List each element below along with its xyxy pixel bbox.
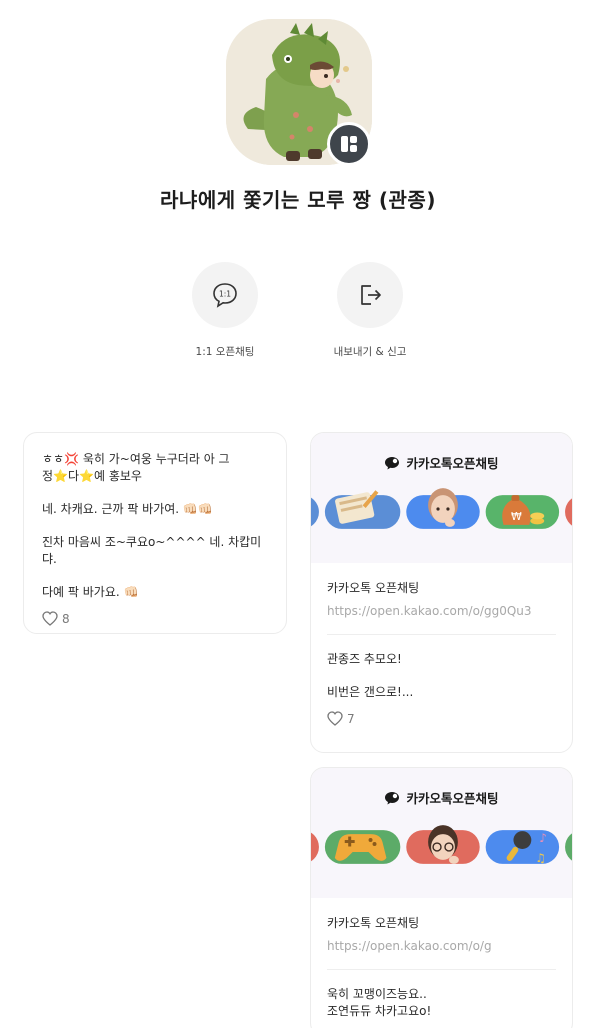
open-chat-url[interactable]: https://open.kakao.com/o/gg0Qu3 [327, 604, 556, 618]
post-card[interactable]: ㅎㅎ💢 욱히 가~여웅 누구더라 아 그 정⭐다⭐예 홍보우 네. 차캐요. 근… [23, 432, 287, 634]
emoticon-strip: ₩ [311, 488, 572, 529]
open-chat-title: 카카오톡 오픈채팅 [327, 581, 420, 595]
like-count: 8 [62, 611, 70, 626]
open-chat-card[interactable]: 카카오톡오픈채팅 [310, 767, 573, 1028]
svg-text:♪: ♪ [539, 831, 547, 845]
export-report-label: 내보내기 & 신고 [333, 346, 407, 358]
open-chat-banner: 카카오톡오픈채팅 [311, 433, 572, 563]
open-chat-text-line: 조연듀듀 차카고요o! [327, 1004, 432, 1018]
kakao-openchat-logo-icon [385, 791, 400, 804]
open-chat-brand-label: 카카오톡오픈채팅 [406, 456, 499, 471]
like-row[interactable]: 7 [327, 711, 556, 726]
open-profile-icon [341, 136, 357, 152]
svg-text:♫: ♫ [535, 851, 546, 865]
emoticon-strip: ♫ ♪ [311, 825, 572, 865]
like-count: 7 [347, 711, 355, 726]
post-line: 진차 마음씨 조~쿠요o~^^^^ 네. 차캅미댜. [42, 535, 262, 566]
post-line: 네. 차캐요. 근까 팍 바가여. 👊🏻👊🏻 [42, 502, 213, 516]
profile-type-badge[interactable] [327, 122, 371, 166]
open-chat-brand: 카카오톡오픈채팅 [311, 453, 572, 472]
speech-bubble-icon: 1:1 [213, 283, 237, 308]
open-chat-card[interactable]: 카카오톡오픈채팅 [310, 432, 573, 753]
open-chat-text-line: 욱히 꼬맹이즈능요.. [327, 987, 427, 1001]
svg-text:1:1: 1:1 [219, 290, 231, 299]
one-on-one-chat-button[interactable]: 1:1 [192, 262, 258, 328]
kakao-openchat-logo-icon [385, 456, 400, 469]
svg-text:₩: ₩ [511, 510, 522, 523]
one-on-one-chat-action[interactable]: 1:1 1:1 오픈채팅 [165, 262, 285, 359]
export-icon [361, 285, 381, 305]
open-chat-url[interactable]: https://open.kakao.com/o/g [327, 939, 556, 953]
post-line: 정⭐다⭐예 홍보우 [42, 469, 142, 483]
heart-icon[interactable] [42, 611, 58, 626]
like-row[interactable]: 8 [42, 611, 270, 626]
profile-avatar-container[interactable] [226, 19, 372, 166]
export-report-action[interactable]: 내보내기 & 신고 [310, 262, 430, 359]
post-line: ㅎㅎ💢 욱히 가~여웅 누구더라 아 그 [42, 452, 230, 466]
open-chat-brand: 카카오톡오픈채팅 [311, 788, 572, 807]
open-chat-brand-label: 카카오톡오픈채팅 [406, 791, 499, 806]
open-chat-text-line: 관종즈 추모오! [327, 652, 402, 666]
post-line: 다예 팍 바가요. 👊🏻 [42, 585, 139, 599]
open-profile-page: 라냐에게 쫓기는 모루 짱 (관종) 1:1 1:1 오픈채팅 내보내기 & 신… [0, 0, 596, 1028]
open-chat-text-line: 비번은 갠으로!... [327, 685, 414, 699]
export-report-button[interactable] [337, 262, 403, 328]
open-chat-banner: 카카오톡오픈채팅 [311, 768, 572, 898]
open-chat-title: 카카오톡 오픈채팅 [327, 916, 420, 930]
one-on-one-chat-label: 1:1 오픈채팅 [195, 346, 255, 358]
heart-icon[interactable] [327, 711, 343, 726]
profile-name: 라냐에게 쫓기는 모루 짱 (관종) [160, 188, 436, 212]
